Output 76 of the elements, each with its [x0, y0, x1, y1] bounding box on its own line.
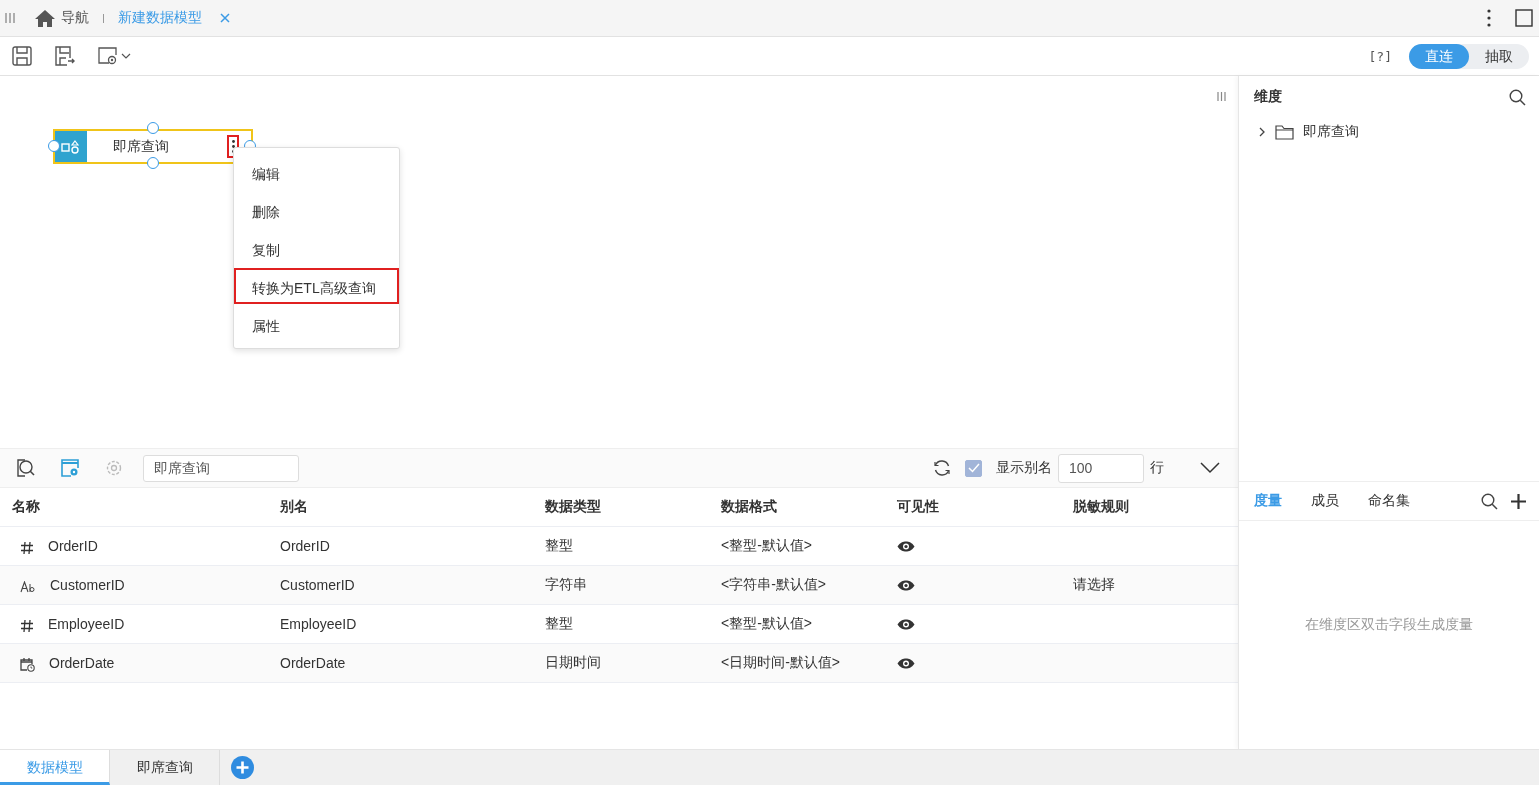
format-cell-text: <整型-默认值> [720, 537, 813, 555]
table-settings-icon[interactable] [61, 459, 79, 477]
chevron-down-icon[interactable] [1200, 462, 1220, 474]
add-icon[interactable] [1511, 493, 1526, 509]
checkbox-label: 显示别名 [996, 459, 1052, 477]
field-name: OrderID [48, 538, 98, 554]
eye-icon[interactable] [897, 657, 915, 669]
grip-icon[interactable] [5, 13, 15, 23]
format-cell-text: <日期时间-默认值> [720, 654, 841, 672]
home-icon[interactable] [35, 9, 55, 27]
type-cell-text: 字符串 [544, 576, 588, 594]
masking-select[interactable]: 请选择 [1073, 576, 1115, 594]
maximize-icon[interactable] [1515, 9, 1533, 27]
panel-grip-icon[interactable] [1217, 92, 1226, 101]
kebab-icon [231, 140, 235, 153]
unit-label: 行 [1150, 459, 1164, 477]
field-name: EmployeeID [48, 616, 125, 632]
settings-dropdown[interactable] [98, 46, 131, 66]
connection-handle[interactable] [48, 140, 60, 152]
save-icon[interactable] [12, 46, 32, 66]
format-cell-text: <字符串-默认值> [720, 576, 827, 594]
empty-hint: 在维度区双击字段生成度量 [1305, 616, 1473, 634]
panel-title: 维度 [1254, 88, 1282, 106]
refresh-icon[interactable] [933, 459, 951, 477]
type-cell-text: 日期时间 [544, 654, 602, 672]
connection-handle[interactable] [147, 122, 159, 134]
menu-item[interactable]: 复制 [234, 230, 399, 266]
save-as-icon[interactable] [55, 46, 75, 66]
eye-icon[interactable] [897, 540, 915, 552]
menu-item[interactable]: 属性 [234, 306, 399, 342]
source-field[interactable]: 即席查询 [143, 454, 299, 482]
alias-cell-text: CustomerID [279, 577, 356, 593]
alias-cell-text: OrderID [279, 538, 331, 554]
column-header: 数据类型 [544, 498, 602, 516]
column-header: 脱敏规则 [1072, 498, 1130, 516]
column-header: 可见性 [896, 498, 940, 516]
eye-icon[interactable] [897, 618, 915, 630]
kebab-icon[interactable] [1487, 9, 1491, 27]
column-header: 数据格式 [720, 498, 778, 516]
monitor-gear-icon [98, 46, 118, 66]
calendar-clock-icon [20, 658, 35, 672]
add-tab-icon[interactable] [231, 756, 254, 779]
node-label: 即席查询 [112, 137, 170, 156]
sheet-tab[interactable]: 即席查询 [110, 750, 220, 785]
caret-icon [121, 53, 131, 59]
nav-tab[interactable]: 导航 [61, 9, 89, 27]
help-button[interactable]: [?] [1368, 48, 1392, 64]
alias-cell-text: OrderDate [279, 655, 347, 671]
text-type-icon [20, 581, 36, 593]
eye-icon[interactable] [897, 579, 915, 591]
search-icon[interactable] [1509, 88, 1526, 106]
measure-tab[interactable]: 成员 [1311, 492, 1339, 510]
hash-icon [20, 619, 34, 633]
chevron-right-icon[interactable] [1258, 127, 1266, 137]
query-node[interactable]: 即席查询 [53, 129, 253, 164]
mode-option[interactable]: 抽取 [1469, 43, 1529, 69]
preview-icon[interactable] [17, 459, 35, 477]
menu-item[interactable]: 删除 [234, 192, 399, 228]
alias-cell-text: EmployeeID [279, 616, 358, 632]
menu-item[interactable]: 转换为ETL高级查询 [234, 268, 399, 304]
search-icon[interactable] [1481, 492, 1498, 510]
hash-icon [20, 541, 34, 555]
field-name: CustomerID [50, 577, 125, 593]
type-cell-text: 整型 [544, 537, 574, 555]
column-header: 名称 [11, 498, 41, 516]
close-icon[interactable] [220, 13, 230, 23]
format-cell-text: <整型-默认值> [720, 615, 813, 633]
field-name: OrderDate [49, 655, 115, 671]
tree-item[interactable]: 即席查询 [1254, 116, 1526, 148]
measure-tab[interactable]: 命名集 [1368, 492, 1410, 510]
column-header: 别名 [279, 498, 309, 516]
show-alias-checkbox[interactable] [965, 459, 982, 477]
shapes-icon [61, 139, 81, 154]
folder-icon [1275, 124, 1294, 140]
row-limit-field[interactable]: 100 [1058, 453, 1144, 483]
type-cell-text: 整型 [544, 615, 574, 633]
